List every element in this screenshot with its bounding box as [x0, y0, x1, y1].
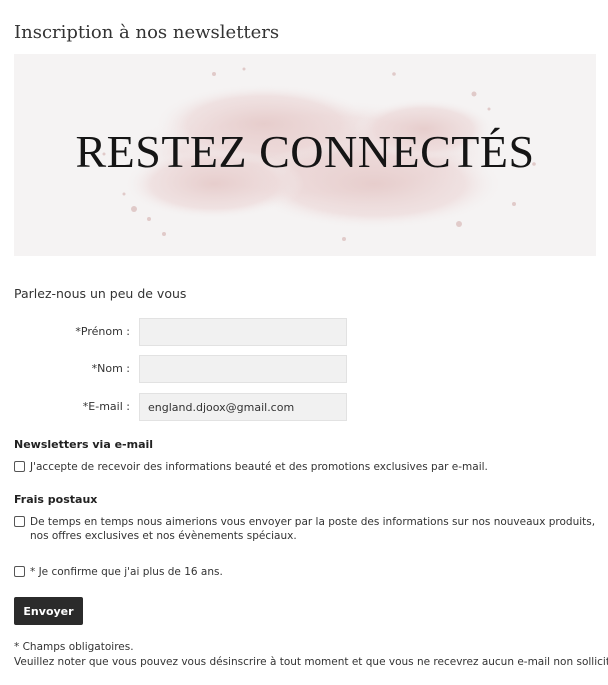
- postal-group-title: Frais postaux: [14, 493, 98, 506]
- required-fields-note: * Champs obligatoires.: [14, 641, 134, 653]
- unsubscribe-note: Veuillez noter que vous pouvez vous dési…: [14, 656, 608, 668]
- page-title: Inscription à nos newsletters: [14, 22, 280, 44]
- last-name-label: *Nom :: [91, 362, 130, 375]
- newsletter-group-title: Newsletters via e-mail: [14, 438, 154, 451]
- postal-consent-checkbox[interactable]: [14, 516, 25, 527]
- email-label: *E-mail :: [82, 400, 130, 413]
- newsletter-consent-row[interactable]: J'accepte de recevoir des informations b…: [14, 460, 599, 476]
- email-row: *E-mail :: [0, 393, 360, 421]
- newsletter-consent-label: J'accepte de recevoir des informations b…: [30, 461, 488, 473]
- age-confirm-row[interactable]: * Je confirme que j'ai plus de 16 ans.: [14, 565, 599, 581]
- postal-consent-label: De temps en temps nous aimerions vous en…: [30, 516, 596, 542]
- newsletter-banner: RESTEZ CONNECTÉS: [14, 54, 596, 256]
- first-name-label: *Prénom :: [75, 325, 130, 338]
- last-name-input[interactable]: [139, 355, 347, 383]
- first-name-input[interactable]: [139, 318, 347, 346]
- submit-button[interactable]: Envoyer: [14, 597, 83, 625]
- form-intro: Parlez-nous un peu de vous: [14, 286, 187, 301]
- age-confirm-label: * Je confirme que j'ai plus de 16 ans.: [30, 566, 223, 578]
- email-input[interactable]: [139, 393, 347, 421]
- age-confirm-checkbox[interactable]: [14, 566, 25, 577]
- banner-headline: RESTEZ CONNECTÉS: [75, 126, 535, 177]
- newsletter-consent-checkbox[interactable]: [14, 461, 25, 472]
- postal-consent-row[interactable]: De temps en temps nous aimerions vous en…: [14, 515, 599, 545]
- first-name-row: *Prénom :: [0, 318, 360, 346]
- last-name-row: *Nom :: [0, 355, 360, 383]
